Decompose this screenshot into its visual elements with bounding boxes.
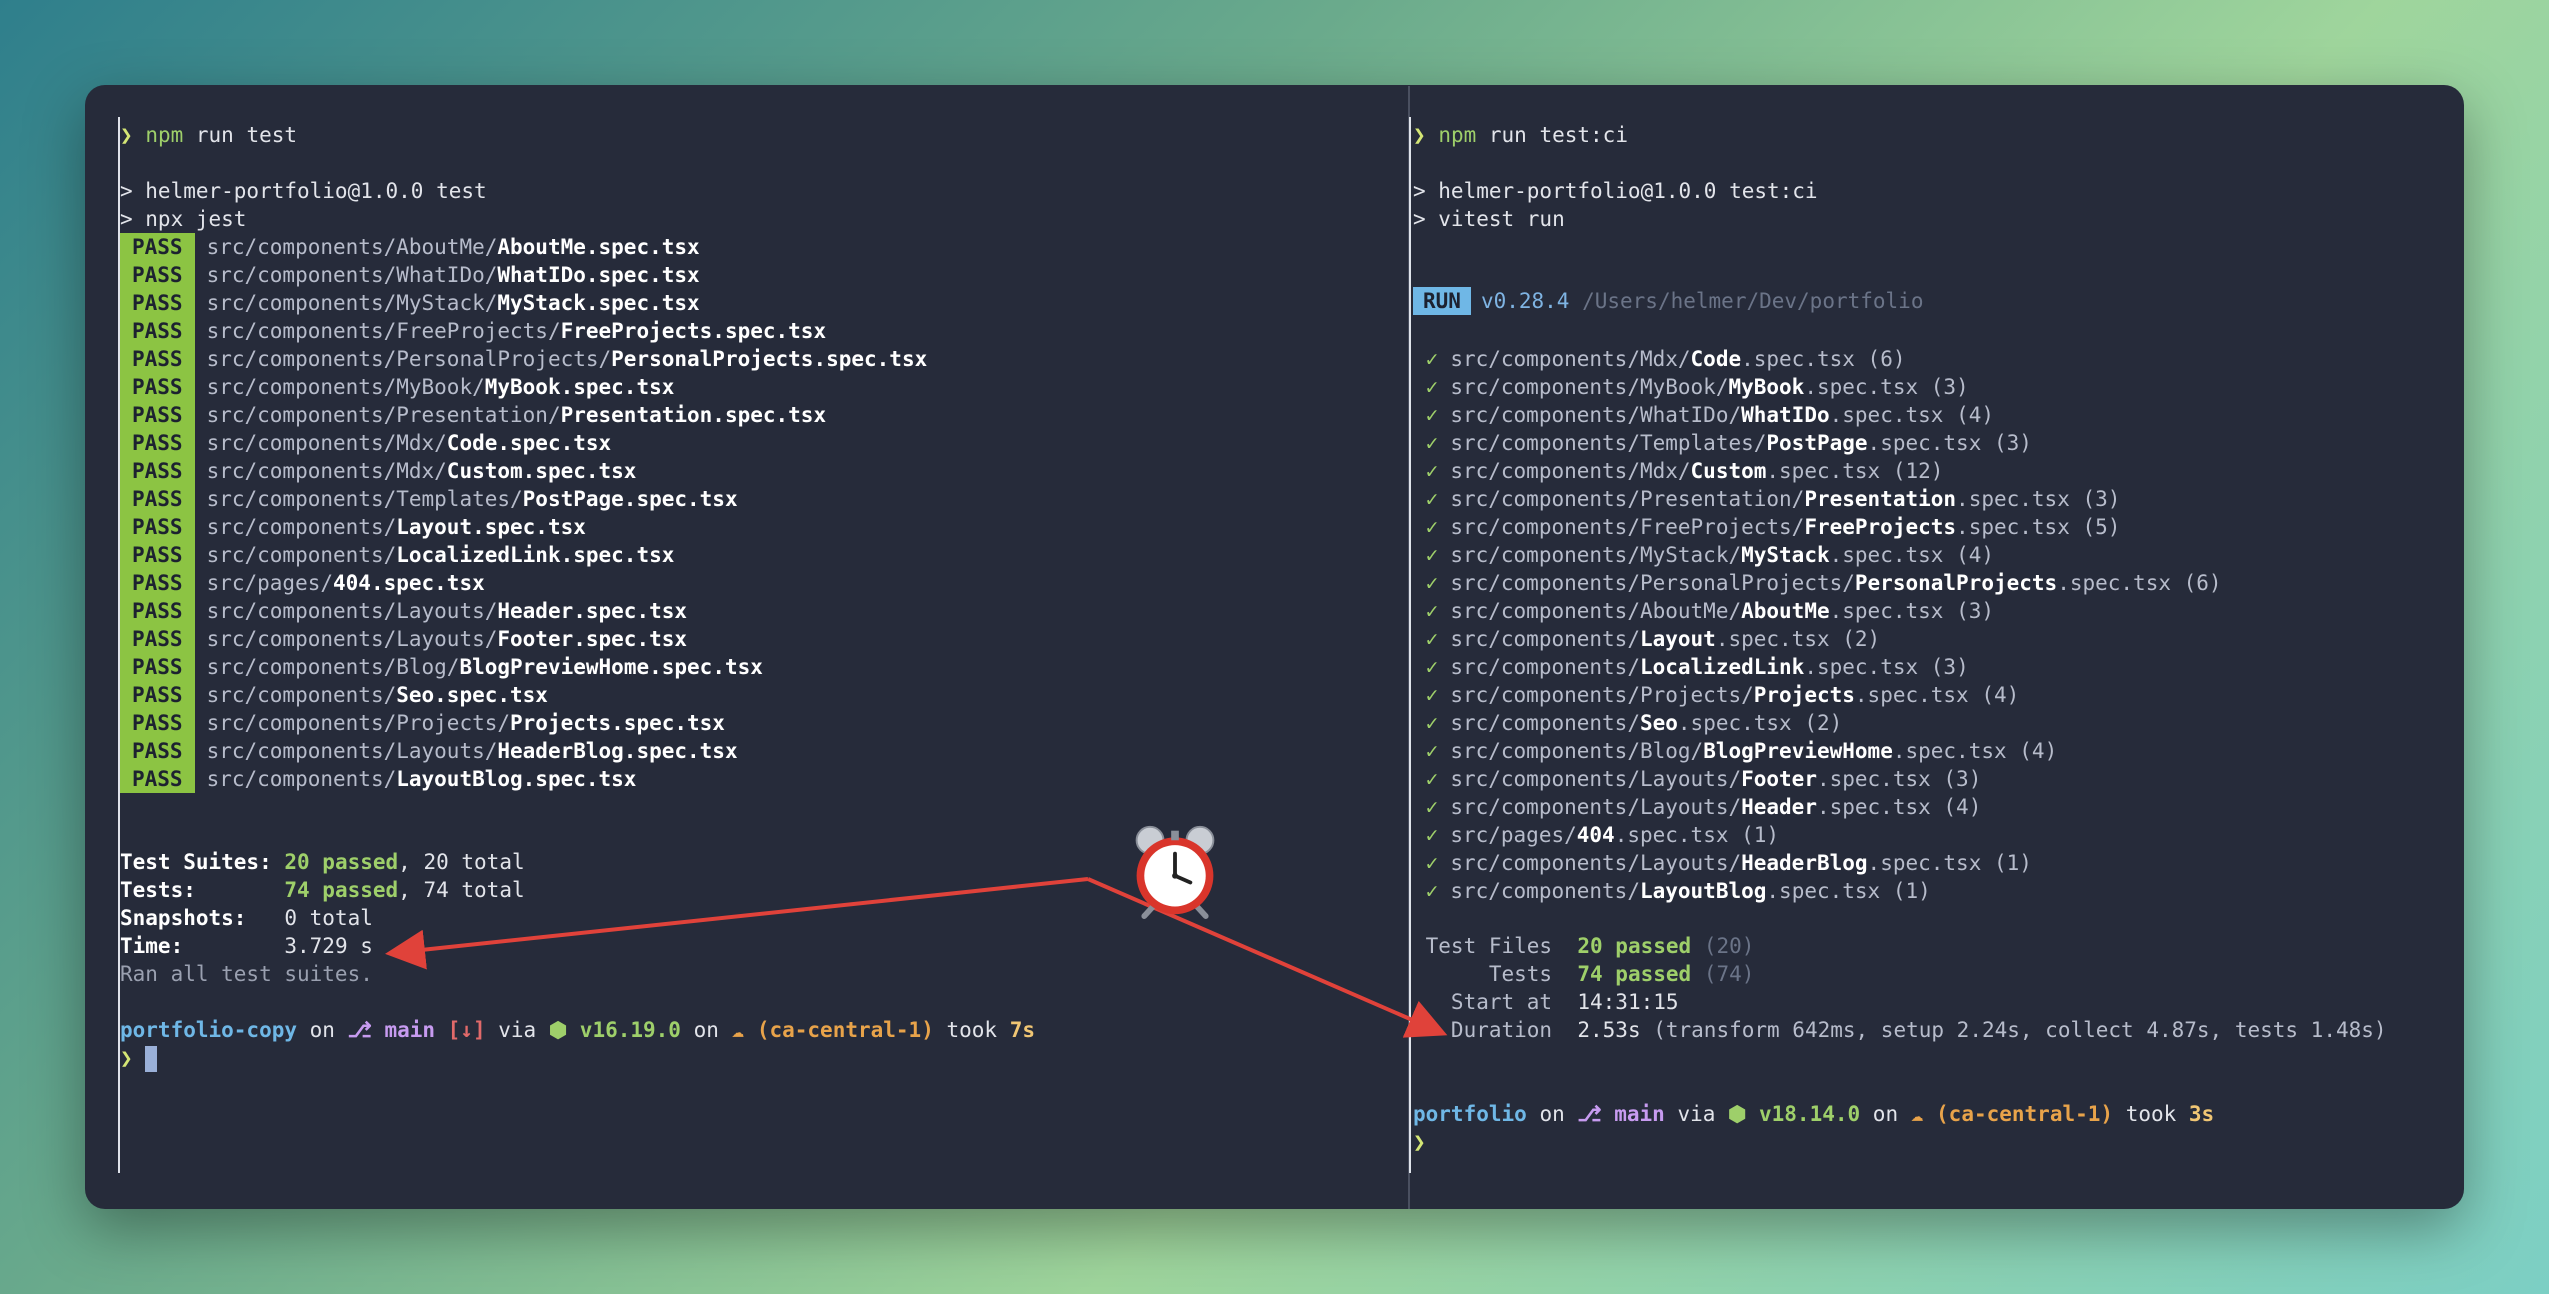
alarm-clock-icon [1135,825,1215,919]
terminal-window: ❯ npm run test > helmer-portfolio@1.0.0 … [85,85,2464,1209]
annotation-arrows [385,877,1448,1038]
arrow-to-jest-time [385,877,1089,970]
